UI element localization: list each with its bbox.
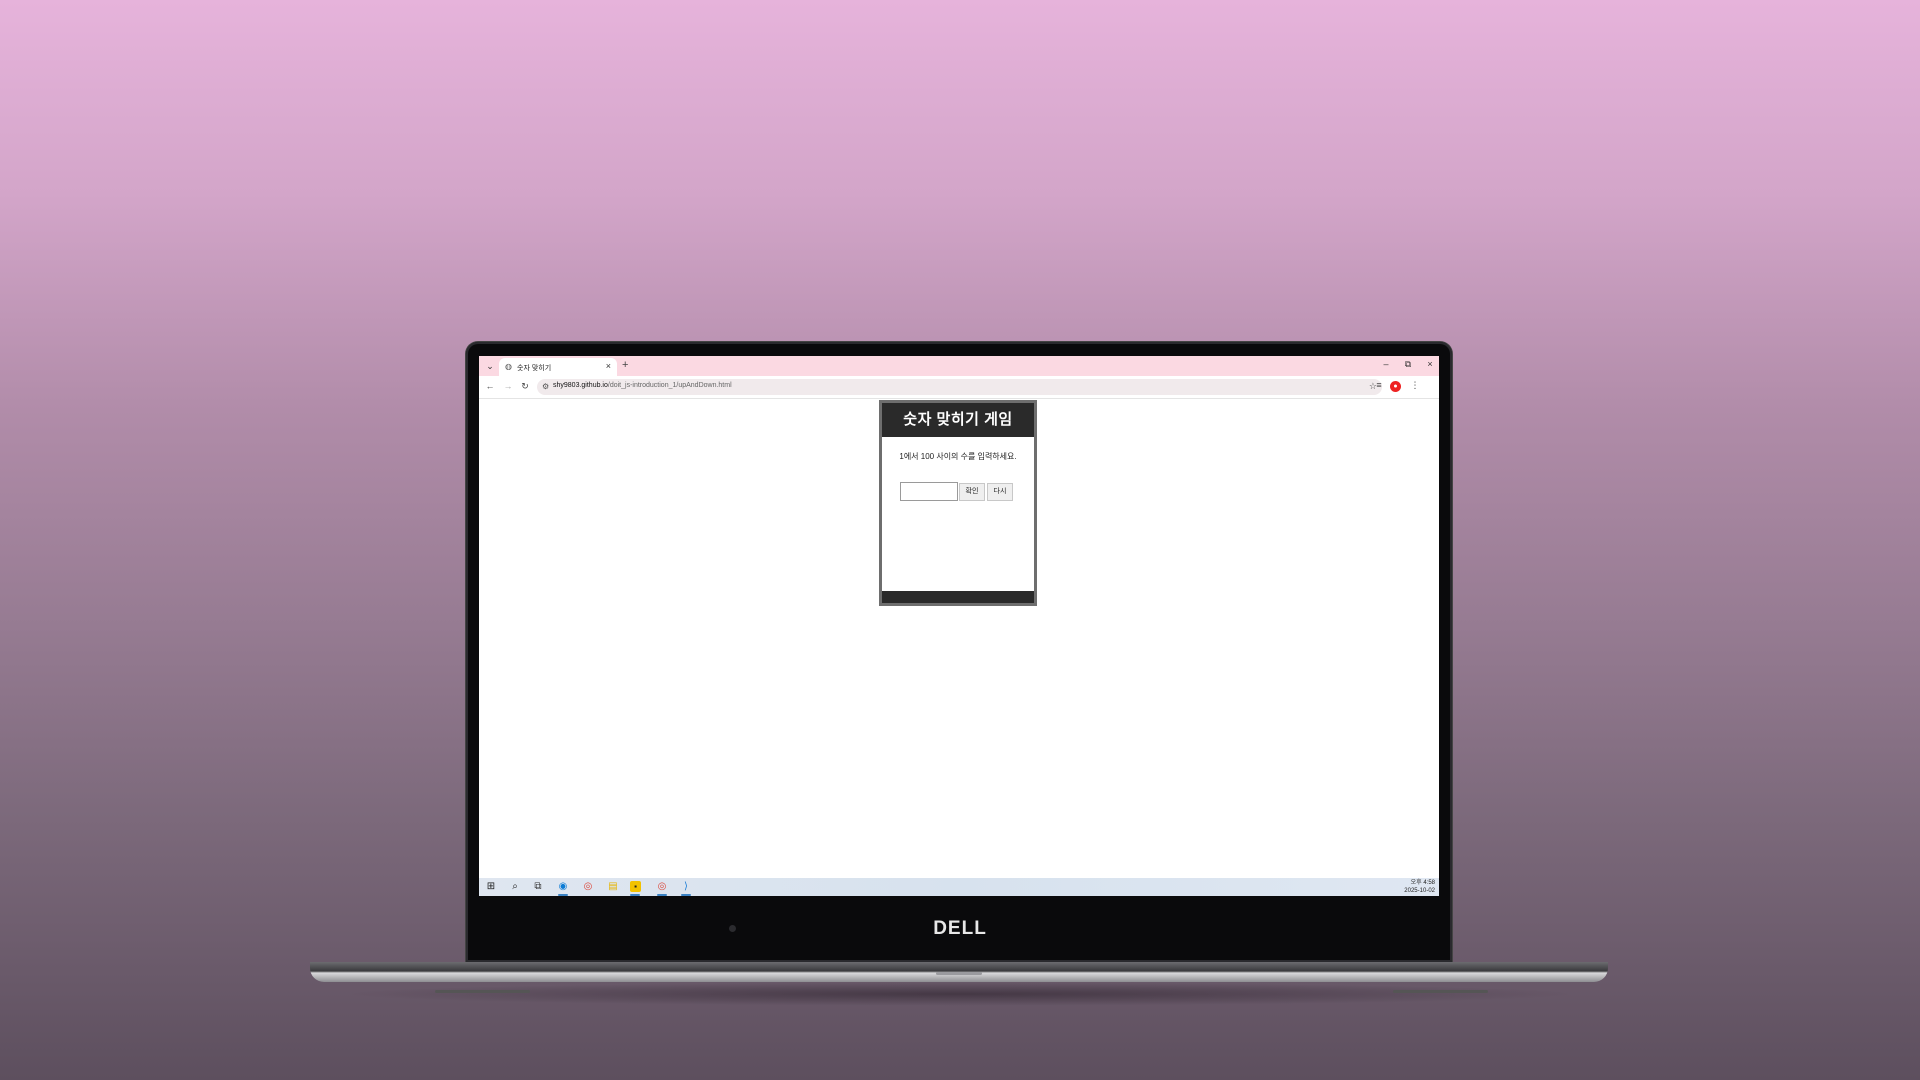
sticky-app-icon[interactable]: ▪	[630, 881, 641, 892]
back-button[interactable]: ←	[484, 381, 496, 391]
url-text[interactable]: shy9803.github.io/doit_js-introduction_1…	[553, 382, 732, 389]
search-icon[interactable]: ⌕	[508, 880, 522, 894]
tab-close-icon[interactable]: ×	[606, 361, 611, 371]
clock-time: 오후 4:58	[1410, 880, 1435, 886]
globe-favicon-icon: ◍	[505, 362, 512, 371]
omnibox[interactable]: ⚙ shy9803.github.io/doit_js-introduction…	[537, 379, 1382, 395]
tab-active[interactable]: ◍ 숫자 맞히기 ×	[499, 358, 617, 376]
taskbar: ⊞ ⌕ ⧉ ◉ ◎ ▤ ▪ ◎ ⟩ 오후 4:58 2025-10-02	[479, 878, 1439, 896]
sticky-active-indicator	[630, 894, 640, 896]
windows-start-icon[interactable]: ⊞	[484, 880, 498, 894]
laptop-shadow	[340, 982, 1580, 1006]
tab-title: 숫자 맞히기	[517, 365, 552, 372]
laptop-notch	[936, 972, 982, 975]
retry-button[interactable]: 다시	[987, 483, 1013, 501]
new-tab-button[interactable]: +	[622, 359, 628, 371]
page-viewport: 숫자 맞히기 게임 1에서 100 사이의 수를 입력하세요. 확인 다시	[479, 399, 1439, 878]
url-host: shy9803.github.io	[553, 382, 608, 389]
task-view-icon[interactable]: ⧉	[531, 880, 545, 894]
webcam-icon	[729, 925, 736, 932]
site-info-icon[interactable]: ⚙	[542, 382, 549, 391]
screen: ⌄ ◍ 숫자 맞히기 × + – ⧉ × ← → ↻ ⚙ shy9803.git…	[479, 356, 1439, 896]
dell-logo: DELL	[933, 918, 987, 939]
clock-date: 2025-10-02	[1404, 888, 1435, 894]
chrome-icon[interactable]: ◎	[581, 880, 595, 894]
laptop-vent-right	[1393, 990, 1488, 993]
reading-list-icon[interactable]: ≡	[1373, 380, 1385, 390]
vscode-icon[interactable]: ⟩	[679, 880, 693, 894]
address-toolbar: ← → ↻ ⚙ shy9803.github.io/doit_js-introd…	[479, 376, 1439, 399]
close-window-button[interactable]: ×	[1423, 359, 1437, 369]
restore-button[interactable]: ⧉	[1401, 359, 1415, 370]
minimize-button[interactable]: –	[1379, 359, 1393, 369]
chrome-profile-icon[interactable]: ◎	[655, 880, 669, 894]
file-explorer-icon[interactable]: ▤	[606, 880, 620, 894]
edge-icon[interactable]: ◉	[556, 880, 570, 894]
tab-search-dropdown-icon[interactable]: ⌄	[483, 359, 497, 373]
url-path: /doit_js-introduction_1/upAndDown.html	[607, 382, 732, 389]
game-footer	[882, 591, 1034, 603]
reload-button[interactable]: ↻	[519, 381, 531, 392]
vscode-active-indicator	[681, 894, 691, 896]
profile-avatar-icon[interactable]: ●	[1390, 381, 1401, 392]
confirm-button[interactable]: 확인	[959, 483, 985, 501]
chrome-active-indicator	[657, 894, 667, 896]
guess-input[interactable]	[900, 482, 958, 501]
system-clock[interactable]: 오후 4:58 2025-10-02	[1404, 879, 1435, 895]
forward-button[interactable]: →	[502, 381, 514, 391]
tab-bar: ⌄ ◍ 숫자 맞히기 × + – ⧉ ×	[479, 356, 1439, 376]
laptop-vent-left	[435, 990, 530, 993]
edge-active-indicator	[558, 894, 568, 896]
game-instruction: 1에서 100 사이의 수를 입력하세요.	[899, 452, 1017, 461]
game-widget: 숫자 맞히기 게임 1에서 100 사이의 수를 입력하세요. 확인 다시	[879, 400, 1037, 606]
more-menu-icon[interactable]: ⋮	[1409, 380, 1421, 391]
game-title: 숫자 맞히기 게임	[882, 403, 1034, 437]
